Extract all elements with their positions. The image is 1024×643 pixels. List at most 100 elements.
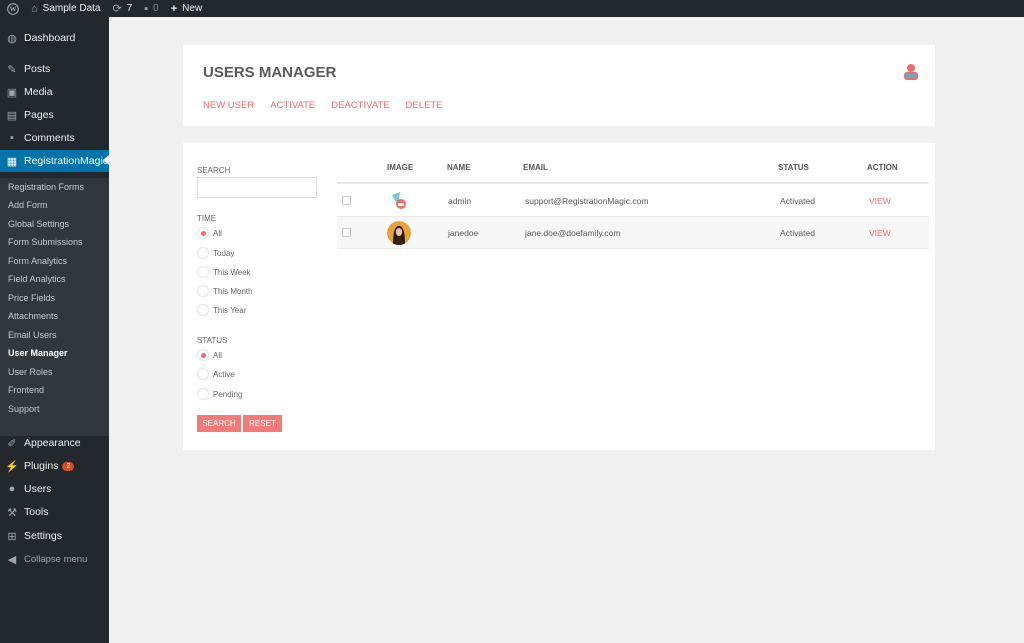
menu-tools[interactable]: ⚒ Tools [0, 503, 109, 521]
submenu-form-submissions[interactable]: Form Submissions [8, 237, 83, 247]
menu-label: Settings [24, 530, 62, 542]
search-input[interactable] [197, 177, 317, 198]
delete-link[interactable]: DELETE [406, 100, 443, 111]
search-button[interactable]: SEARCH [197, 415, 241, 432]
view-user-link[interactable]: VIEW [869, 185, 891, 216]
status-radio-pending[interactable]: Pending [197, 388, 242, 400]
menu-media[interactable]: ▣ Media [0, 83, 109, 101]
submenu-attachments[interactable]: Attachments [8, 311, 58, 321]
submenu-email-users[interactable]: Email Users [8, 330, 57, 340]
radio-label: This Week [213, 267, 251, 277]
radio-label: This Year [213, 305, 247, 315]
menu-registrationmagic[interactable]: ▦ RegistrationMagic [0, 150, 109, 172]
time-radio-this-year[interactable]: This Year [197, 304, 246, 316]
form-icon: ▦ [6, 155, 18, 168]
dashboard-icon: ◍ [7, 32, 17, 45]
radio-circle [197, 304, 209, 316]
radio-label: This Month [213, 286, 253, 296]
submenu-global-settings[interactable]: Global Settings [8, 219, 69, 229]
status-radio-active[interactable]: Active [197, 368, 235, 380]
time-label: TIME [197, 214, 217, 223]
user-manager-icon [901, 62, 921, 82]
menu-settings[interactable]: ⊞ Settings [0, 527, 109, 545]
row-checkbox[interactable] [342, 217, 351, 248]
new-user-link[interactable]: NEW USER [203, 100, 254, 111]
column-header-action: ACTION [867, 163, 898, 172]
row-checkbox[interactable] [342, 185, 351, 216]
time-radio-this-week[interactable]: This Week [197, 266, 251, 278]
pages-icon: ▤ [6, 109, 18, 122]
submenu-form-analytics[interactable]: Form Analytics [8, 256, 67, 266]
menu-dashboard[interactable]: ◍ Dashboard [0, 29, 109, 47]
menu-label: Media [24, 86, 53, 98]
menu-label: Users [24, 483, 52, 495]
menu-comments[interactable]: ▪ Comments [0, 129, 109, 147]
radio-circle [197, 247, 209, 259]
time-radio-all[interactable]: All [197, 227, 222, 239]
deactivate-link[interactable]: DEACTIVATE [331, 100, 389, 111]
checkbox-box [342, 228, 351, 237]
view-user-link[interactable]: VIEW [869, 217, 891, 248]
menu-plugins[interactable]: ⚡ Plugins 2 [0, 457, 109, 475]
submenu-user-roles[interactable]: User Roles [8, 367, 53, 377]
site-name: Sample Data [42, 3, 101, 14]
menu-label: Collapse menu [24, 553, 88, 565]
search-label: SEARCH [197, 166, 231, 175]
user-email: jane.doe@doefamily.com [525, 227, 621, 238]
settings-icon: ⊞ [7, 530, 17, 543]
radio-circle [197, 285, 209, 297]
submenu-price-fields[interactable]: Price Fields [8, 293, 55, 303]
table-row: janedoe jane.doe@doefamily.com Activated… [337, 217, 929, 249]
menu-label: Appearance [24, 437, 81, 449]
plugins-update-badge: 2 [62, 461, 75, 471]
time-radio-today[interactable]: Today [197, 247, 234, 259]
updates-count: 7 [126, 3, 133, 14]
radio-label: All [213, 350, 222, 360]
radio-label: Today [213, 248, 235, 258]
new-label: New [182, 3, 203, 14]
status-label: STATUS [197, 336, 228, 345]
brush-icon: ✐ [7, 437, 17, 450]
header-divider [337, 182, 929, 184]
menu-label: Pages [24, 109, 54, 121]
avatar [387, 188, 411, 213]
menu-users[interactable]: ● Users [0, 480, 109, 498]
admin-sidebar: ◍ Dashboard ✎ Posts ▣ Media ▤ Pages ▪ Co… [0, 17, 109, 643]
submenu-user-manager[interactable]: User Manager [8, 348, 68, 358]
new-content-link[interactable]: + New [165, 0, 208, 17]
comment-icon: ▪ [10, 132, 14, 144]
user-name: janedoe [448, 227, 479, 238]
radio-circle [197, 368, 209, 380]
reset-button[interactable]: RESET [243, 415, 282, 432]
site-name-link[interactable]: ⌂ Sample Data [25, 0, 106, 17]
menu-posts[interactable]: ✎ Posts [0, 60, 109, 78]
radio-circle [197, 388, 209, 400]
menu-collapse[interactable]: ◀ Collapse menu [0, 550, 109, 568]
menu-pages[interactable]: ▤ Pages [0, 106, 109, 124]
status-radio-all[interactable]: All [197, 349, 222, 361]
updates-link[interactable]: ⟳ 7 [106, 0, 138, 17]
activate-link[interactable]: ACTIVATE [270, 100, 315, 111]
menu-appearance[interactable]: ✐ Appearance [0, 434, 109, 452]
user-status: Activated [780, 195, 815, 206]
submenu-registration-forms[interactable]: Registration Forms [8, 182, 84, 192]
submenu-frontend[interactable]: Frontend [8, 385, 44, 395]
comments-link[interactable]: ▪ 0 [138, 0, 164, 17]
refresh-icon: ⟳ [112, 3, 122, 15]
submenu-add-form[interactable]: Add Form [8, 200, 48, 210]
submenu-support[interactable]: Support [8, 404, 40, 414]
comment-bubble-icon: ▪ [144, 2, 149, 15]
avatar [387, 220, 411, 245]
column-header-image: IMAGE [387, 163, 414, 172]
menu-label: Tools [24, 506, 49, 518]
radio-circle [197, 266, 209, 278]
radio-circle [197, 227, 209, 239]
menu-label: Comments [24, 132, 75, 144]
wordpress-logo-icon[interactable]: W [0, 0, 25, 17]
time-radio-this-month[interactable]: This Month [197, 285, 253, 297]
registrationmagic-submenu: Registration Forms Add Form Global Setti… [0, 178, 109, 436]
submenu-field-analytics[interactable]: Field Analytics [8, 274, 66, 284]
radio-label: Active [213, 369, 235, 379]
collapse-icon: ◀ [7, 553, 17, 566]
plus-icon: + [170, 2, 178, 15]
